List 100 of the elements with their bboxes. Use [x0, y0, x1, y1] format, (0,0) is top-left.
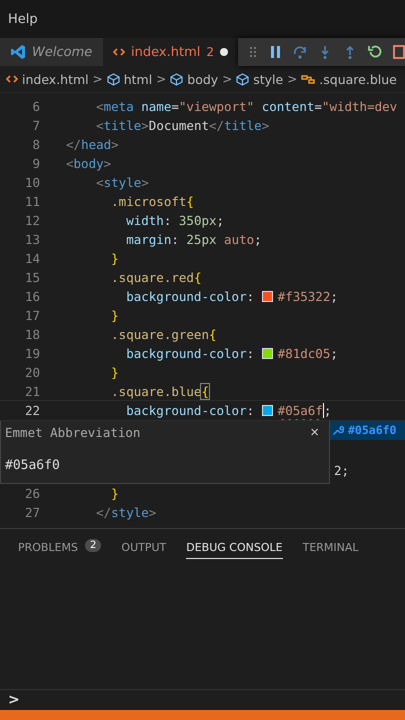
code-token: .square.green — [111, 327, 209, 342]
cube-icon — [106, 72, 120, 86]
code-token: { — [186, 194, 194, 209]
line-number: 13 — [24, 232, 40, 247]
breadcrumb-item[interactable]: index.html — [6, 72, 89, 86]
code-token: 350px — [178, 213, 217, 228]
code-token: name — [140, 99, 172, 114]
line-number: 17 — [24, 308, 40, 323]
code-token: } — [111, 251, 119, 266]
cube-icon — [236, 72, 250, 86]
popup-title: Emmet Abbreviation — [5, 425, 140, 440]
close-button[interactable]: × — [304, 424, 325, 441]
code-token: #81dc05 — [278, 346, 330, 361]
code-token: > — [111, 137, 119, 152]
editor-tab[interactable]: index.html 2 — [103, 38, 238, 66]
menu-item[interactable]: Help — [8, 12, 38, 26]
code-token: title — [104, 118, 142, 133]
chevron-separator: > — [287, 72, 298, 86]
code-token: < — [96, 99, 104, 114]
problem-count: 2 — [206, 45, 214, 59]
color-swatch[interactable] — [262, 348, 273, 359]
breadcrumb-item[interactable]: style — [236, 72, 284, 86]
code-token: : — [164, 213, 172, 228]
line-number: 22 — [24, 403, 40, 418]
line-number: 6 — [31, 99, 40, 114]
panel-tab[interactable]: PROBLEMS 2 — [18, 537, 102, 559]
code-token: ; — [254, 232, 262, 247]
code-token: "width=dev — [322, 99, 398, 114]
code-token: auto — [224, 232, 254, 247]
step-over-icon[interactable] — [293, 45, 307, 59]
code-token: { — [208, 327, 217, 342]
line-number: 18 — [24, 327, 40, 342]
line-number: 12 — [24, 213, 40, 228]
code-token: background-color — [126, 403, 247, 418]
cube-icon — [170, 72, 184, 86]
breadcrumb-item[interactable]: html — [106, 72, 152, 86]
code-token: background-color — [126, 346, 247, 361]
code-token: </ — [209, 118, 224, 133]
code-token: = — [314, 99, 322, 114]
code-token: < — [66, 156, 74, 171]
code-token: </ — [66, 137, 82, 152]
color-swatch[interactable] — [262, 405, 273, 416]
breadcrumb-item[interactable]: body — [170, 72, 218, 86]
code-token: : — [246, 289, 256, 304]
code-token: Document — [148, 118, 210, 133]
code-token: #f35322 — [278, 289, 330, 304]
code-token: > — [104, 156, 112, 171]
code-token: ; — [216, 213, 224, 228]
line-number: 7 — [31, 118, 40, 133]
breadcrumb-item[interactable]: .square.blue — [301, 72, 397, 86]
app-logo-icon — [10, 44, 26, 60]
popup-value: #05a6f0 — [5, 458, 61, 473]
code-token: ; — [324, 403, 332, 418]
code-text: 2; — [333, 463, 350, 480]
class-icon — [301, 72, 316, 86]
code-token: </ — [96, 505, 112, 520]
code-token: { — [194, 270, 202, 285]
code-token: : — [246, 346, 256, 361]
code-token: .square.blue — [111, 384, 202, 399]
line-number: 11 — [24, 194, 40, 209]
suggestion-item[interactable]: #05a6f0 — [330, 420, 405, 440]
code-token: > — [262, 118, 270, 133]
code-token: 25px — [186, 232, 218, 247]
panel-tab[interactable]: TERMINAL — [302, 537, 359, 559]
pause-icon[interactable] — [269, 45, 282, 59]
wrench-icon — [332, 424, 344, 436]
problem-count: 2 — [85, 539, 102, 552]
restart-icon[interactable] — [368, 45, 382, 59]
line-number: 27 — [24, 505, 40, 520]
line-number: 20 — [24, 365, 40, 380]
grip-icon[interactable] — [248, 45, 258, 59]
stop-icon[interactable] — [393, 45, 405, 59]
panel-tab[interactable]: OUTPUT — [121, 537, 166, 559]
code-token: width — [126, 213, 164, 228]
code-token: background-color — [126, 289, 247, 304]
code-token: > — [148, 505, 156, 520]
editor-tab[interactable]: Welcome — [0, 38, 104, 66]
code-token: content — [260, 99, 314, 114]
chevron-separator: > — [222, 72, 232, 86]
code-token: style — [111, 505, 149, 520]
code-token: .square.red — [111, 270, 194, 285]
code-token: .microsoft — [111, 194, 186, 209]
panel-tab[interactable]: DEBUG CONSOLE — [186, 537, 283, 559]
code-token: = — [171, 99, 179, 114]
code-token: : — [246, 403, 256, 418]
chevron-separator: > — [156, 72, 166, 86]
line-number: 19 — [24, 346, 40, 361]
code-token: < — [96, 118, 104, 133]
code-token: } — [111, 308, 119, 323]
code-token: > — [141, 175, 149, 190]
chevron-separator: > — [92, 72, 103, 86]
color-swatch[interactable] — [262, 291, 273, 302]
unsaved-dot — [220, 48, 228, 56]
code-token: head — [81, 137, 112, 152]
code-token: ; — [330, 346, 338, 361]
code-token: title — [224, 118, 262, 133]
line-number: 26 — [24, 486, 40, 501]
code-token: } — [111, 486, 119, 501]
code-brackets-icon — [113, 46, 126, 58]
line-number: 8 — [31, 137, 40, 152]
